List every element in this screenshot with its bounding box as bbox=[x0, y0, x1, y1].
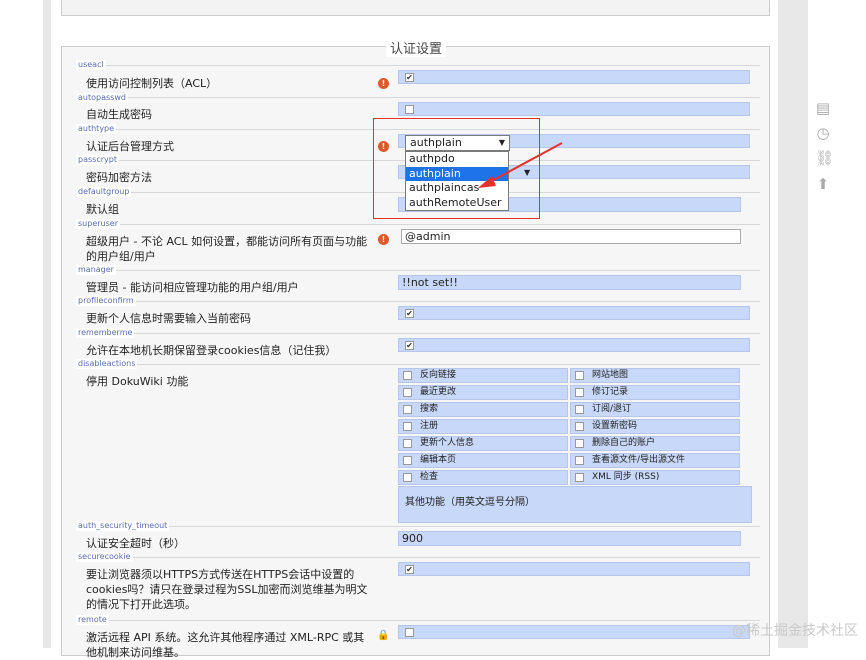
disableaction-checkbox[interactable] bbox=[403, 371, 412, 380]
autopasswd-value bbox=[398, 102, 750, 116]
disableaction-checkbox[interactable] bbox=[403, 388, 412, 397]
setting-key-autopasswd: autopasswd bbox=[76, 93, 128, 103]
setting-label-autopasswd: 自动生成密码 bbox=[86, 108, 152, 121]
disableaction-checkbox[interactable] bbox=[403, 473, 412, 482]
disableaction-checkbox[interactable] bbox=[575, 371, 584, 380]
useacl-checkbox[interactable]: ✔ bbox=[405, 73, 414, 82]
history-icon[interactable]: ◷ bbox=[815, 125, 831, 141]
disableaction-item[interactable]: 修订记录 bbox=[570, 385, 740, 400]
row-divider bbox=[76, 364, 760, 365]
row-divider bbox=[76, 301, 760, 302]
disableaction-checkbox[interactable] bbox=[403, 422, 412, 431]
disableaction-item[interactable]: 设置新密码 bbox=[570, 419, 740, 434]
useacl-value bbox=[398, 70, 750, 84]
setting-key-profileconfirm: profileconfirm bbox=[76, 296, 136, 306]
disableaction-item[interactable]: 网站地图 bbox=[570, 368, 740, 383]
setting-label-authtype: 认证后台管理方式 bbox=[86, 140, 174, 153]
disableaction-item[interactable]: 搜索 bbox=[398, 402, 568, 417]
setting-key-rememberme: rememberme bbox=[76, 328, 135, 338]
row-divider bbox=[76, 97, 760, 98]
superuser-input[interactable]: @admin bbox=[401, 229, 741, 244]
annotation-arrow-icon bbox=[478, 142, 563, 188]
disableaction-checkbox[interactable] bbox=[403, 405, 412, 414]
disableaction-checkbox[interactable] bbox=[575, 439, 584, 448]
disableaction-item[interactable]: 编辑本页 bbox=[398, 453, 568, 468]
row-divider bbox=[76, 620, 760, 621]
setting-label-manager: 管理员 - 能访问相应管理功能的用户组/用户 bbox=[86, 281, 299, 294]
setting-key-securecookie: securecookie bbox=[76, 552, 133, 562]
setting-label-profileconfirm: 更新个人信息时需要输入当前密码 bbox=[86, 312, 251, 325]
disableaction-checkbox[interactable] bbox=[403, 439, 412, 448]
disableaction-item[interactable]: XML 同步 (RSS) bbox=[570, 470, 740, 485]
disableaction-item[interactable]: 最近更改 bbox=[398, 385, 568, 400]
setting-label-disableactions: 停用 DokuWiki 功能 bbox=[86, 375, 189, 388]
disableaction-checkbox[interactable] bbox=[403, 456, 412, 465]
up-arrow-icon[interactable]: ⬆ bbox=[815, 176, 831, 192]
setting-key-disableactions: disableactions bbox=[76, 359, 138, 369]
disableaction-checkbox[interactable] bbox=[575, 473, 584, 482]
disableaction-item[interactable]: 更新个人信息 bbox=[398, 436, 568, 451]
link-icon[interactable]: ⛓ bbox=[815, 150, 834, 166]
disableaction-item[interactable]: 反向链接 bbox=[398, 368, 568, 383]
setting-label-auth-security-timeout: 认证安全超时（秒） bbox=[86, 537, 185, 550]
rememberme-checkbox[interactable]: ✔ bbox=[405, 341, 414, 350]
disableactions-other-label: 其他功能（用英文逗号分隔） bbox=[405, 497, 535, 508]
disableaction-item[interactable]: 查看源文件/导出源文件 bbox=[570, 453, 740, 468]
securecookie-checkbox[interactable]: ✔ bbox=[405, 565, 414, 574]
setting-label-passcrypt: 密码加密方法 bbox=[86, 171, 152, 184]
securecookie-value bbox=[398, 562, 750, 576]
manager-input[interactable]: !!not set!! bbox=[398, 275, 741, 290]
disableaction-checkbox[interactable] bbox=[575, 422, 584, 431]
setting-key-auth-security-timeout: auth_security_timeout bbox=[76, 521, 170, 531]
setting-label-defaultgroup: 默认组 bbox=[86, 203, 119, 216]
setting-key-superuser: superuser bbox=[76, 219, 120, 229]
section-title: 认证设置 bbox=[386, 38, 447, 57]
autopasswd-checkbox[interactable] bbox=[405, 105, 414, 114]
warning-icon: ! bbox=[378, 78, 389, 89]
setting-key-passcrypt: passcrypt bbox=[76, 155, 119, 165]
document-icon[interactable]: ▤ bbox=[815, 100, 831, 116]
setting-key-useacl: useacl bbox=[76, 60, 106, 70]
row-divider bbox=[76, 65, 760, 66]
setting-label-rememberme: 允许在本地机长期保留登录cookies信息（记住我） bbox=[86, 344, 337, 357]
profileconfirm-checkbox[interactable]: ✔ bbox=[405, 309, 414, 318]
disableaction-checkbox[interactable] bbox=[575, 456, 584, 465]
disableaction-checkbox[interactable] bbox=[575, 405, 584, 414]
setting-label-superuser: 超级用户 - 不论 ACL 如何设置，都能访问所有页面与功能的用户组/用户 bbox=[86, 235, 368, 263]
setting-key-manager: manager bbox=[76, 265, 116, 275]
setting-label-useacl: 使用访问控制列表（ACL） bbox=[86, 77, 218, 90]
previous-section-box bbox=[61, 0, 770, 16]
watermark: @稀土掘金技术社区 bbox=[732, 623, 858, 639]
disableaction-item[interactable]: 检查 bbox=[398, 470, 568, 485]
setting-key-defaultgroup: defaultgroup bbox=[76, 187, 132, 197]
disableaction-checkbox[interactable] bbox=[575, 388, 584, 397]
remote-value bbox=[398, 625, 750, 639]
lock-icon: 🔒 bbox=[377, 630, 390, 641]
warning-icon: ! bbox=[378, 234, 389, 245]
rememberme-value bbox=[398, 338, 750, 352]
setting-key-remote: remote bbox=[76, 615, 109, 625]
profileconfirm-value bbox=[398, 306, 750, 320]
disableactions-other-input[interactable]: 其他功能（用英文逗号分隔） bbox=[398, 486, 752, 523]
disableaction-item[interactable]: 订阅/退订 bbox=[570, 402, 740, 417]
row-divider bbox=[76, 526, 760, 527]
disableaction-item[interactable]: 注册 bbox=[398, 419, 568, 434]
row-divider bbox=[76, 270, 760, 271]
setting-key-authtype: authtype bbox=[76, 124, 117, 134]
row-divider bbox=[76, 333, 760, 334]
row-divider bbox=[76, 557, 760, 558]
disableaction-item[interactable]: 删除自己的账户 bbox=[570, 436, 740, 451]
auth-security-timeout-input[interactable]: 900 bbox=[398, 531, 741, 546]
row-divider bbox=[76, 224, 760, 225]
remote-checkbox[interactable] bbox=[405, 628, 414, 637]
setting-label-securecookie: 要让浏览器须以HTTPS方式传送在HTTPS会话中设置的cookies吗？请只在… bbox=[86, 568, 368, 611]
setting-label-remote: 激活远程 API 系统。这允许其他程序通过 XML-RPC 或其他机制来访问维基… bbox=[86, 631, 365, 659]
